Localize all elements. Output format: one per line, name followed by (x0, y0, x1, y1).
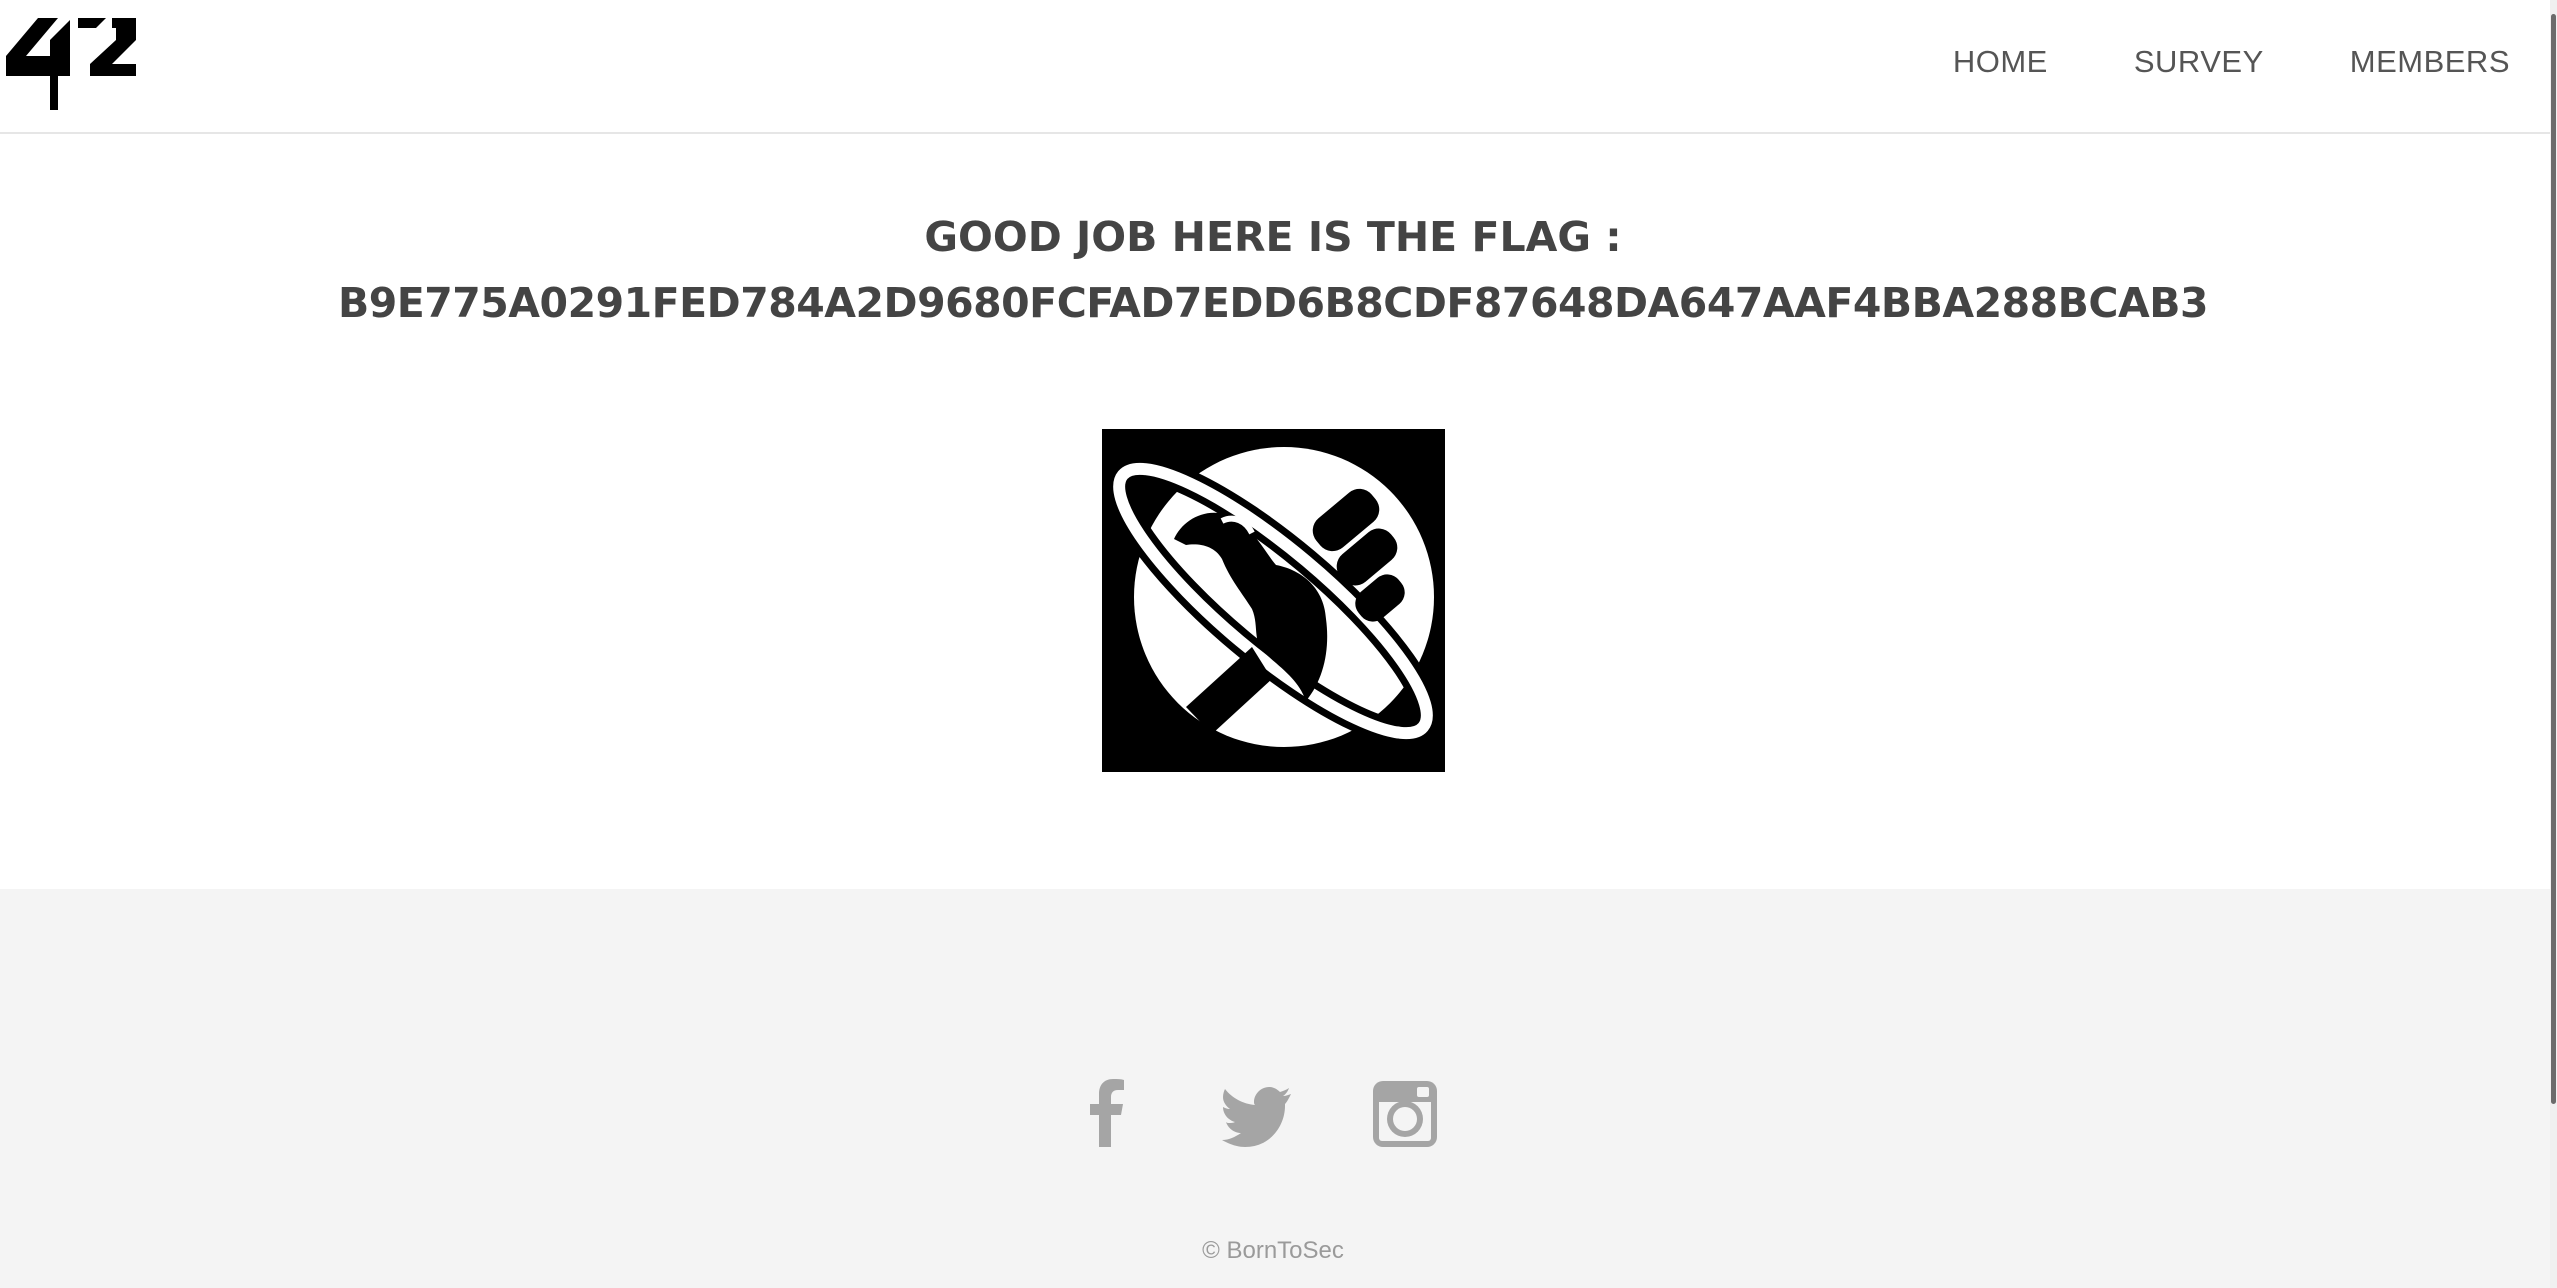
footer: © BornToSec (0, 889, 2550, 1288)
42-logo[interactable] (4, 16, 136, 112)
instagram-icon[interactable] (1367, 1077, 1439, 1149)
flag-heading: GOOD JOB HERE IS THE FLAG : B9E775A0291F… (0, 204, 2546, 336)
flag-intro-text: GOOD JOB HERE IS THE FLAG : (924, 213, 1622, 261)
scrollbar-thumb[interactable] (2551, 14, 2556, 1104)
main-nav: HOME SURVEY MEMBERS (1953, 36, 2510, 88)
flag-value: B9E775A0291FED784A2D9680FCFAD7EDD6B8CDF8… (337, 279, 2209, 327)
top-navbar: HOME SURVEY MEMBERS (0, 0, 2550, 134)
twitter-icon[interactable] (1219, 1077, 1291, 1149)
page: HOME SURVEY MEMBERS GOOD JOB HERE IS THE… (0, 0, 2557, 1288)
thumbs-up-planet-icon (1102, 429, 1445, 772)
nav-members[interactable]: MEMBERS (2350, 36, 2510, 88)
main-content: GOOD JOB HERE IS THE FLAG : B9E775A0291F… (0, 134, 2550, 889)
facebook-icon[interactable] (1071, 1077, 1143, 1149)
social-links (0, 1077, 2546, 1149)
nav-home[interactable]: HOME (1953, 36, 2048, 88)
copyright-text: © BornToSec (1202, 1237, 1344, 1264)
page-scrollbar[interactable] (2550, 0, 2557, 1288)
nav-survey[interactable]: SURVEY (2134, 36, 2264, 88)
